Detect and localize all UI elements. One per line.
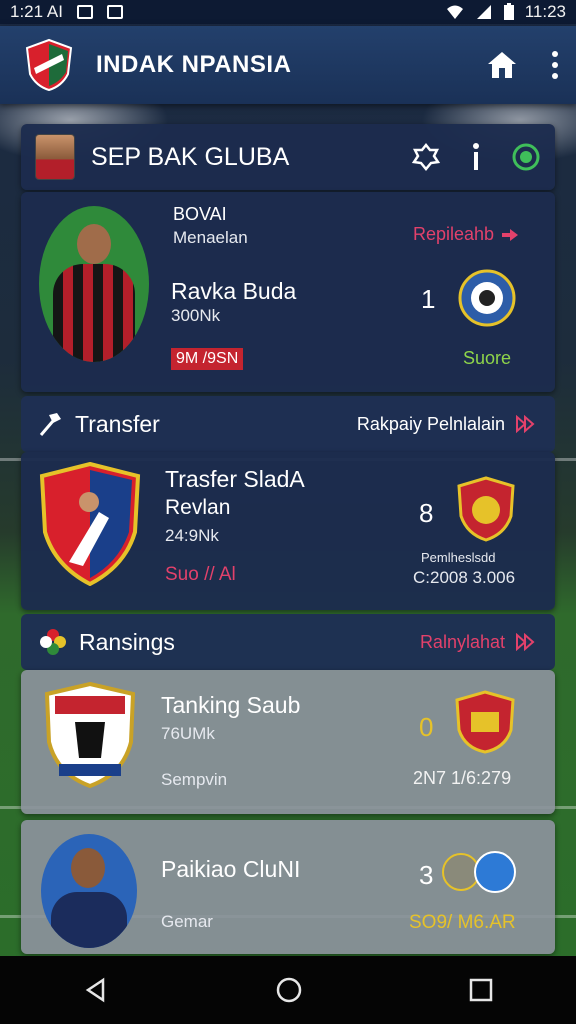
gallery-icon [106,5,123,19]
ranking-club-crest-icon [455,690,515,754]
app-bar: INDAK NPANSIA [0,26,576,104]
hammer-icon [39,413,61,436]
ranking-score: 0 [419,712,434,742]
transfer-player: Revlan [165,496,231,519]
arrow-right-icon [502,228,519,241]
ranking-item[interactable]: Paikiao CluNI Gemar 3 SO9/ M6.AR [21,820,555,954]
transfer-crest-icon [39,462,141,586]
ranking-score: 3 [419,860,434,890]
ranking-sub: Gemar [161,912,213,931]
home-button-icon[interactable] [275,976,303,1004]
featured-link-label: Repileahb [413,224,495,244]
featured-player-name: Ravka Buda [171,278,297,304]
featured-player-avatar [39,206,149,362]
featured-role: Menaelan [173,228,248,247]
ranking-item[interactable]: Tanking Saub 76UMk Sempvin 0 2N7 1/6:279 [21,670,555,814]
transfer-meta-value: C:2008 3.006 [413,568,516,587]
featured-name: BOVAI [173,204,227,224]
overflow-menu-icon[interactable] [552,51,558,79]
ranking-crest-icon [45,682,135,788]
ranking-title: Tanking Saub [161,692,301,718]
club-header[interactable]: SEP BAK GLUBA [21,124,555,190]
check-icon[interactable] [511,142,541,172]
battery-icon [503,3,514,20]
flower-icon [40,629,66,655]
ranking-player-avatar [41,834,137,948]
transfer-title: Trasfer SladA [165,466,305,492]
featured-tag: 9M /9SN [171,348,244,370]
rankings-section-link[interactable]: Ralnylahat [420,632,537,653]
ranking-meta: SO9/ M6.AR [409,912,516,933]
app-logo-icon[interactable] [24,38,74,92]
notification-icon [76,5,93,19]
ranking-title: Paikiao CluNI [161,856,301,882]
double-arrow-icon [516,415,535,433]
recents-icon[interactable] [469,978,493,1002]
status-time-right: 11:23 [524,2,566,21]
transfer-club-crest-icon [457,476,515,542]
double-arrow-icon [516,633,535,651]
transfer-tag: Suo // Al [165,564,236,585]
transfer-section-header[interactable]: Transfer Rakpaiy Pelnlalain [21,396,555,452]
rankings-section-header[interactable]: Ransings Ralnylahat [21,614,555,670]
wifi-icon [446,5,463,19]
featured-link[interactable]: Repileahb [413,224,520,245]
club-header-title: SEP BAK GLUBA [91,142,290,171]
transfer-section-label: Transfer [75,410,160,437]
info-icon[interactable] [471,142,481,172]
system-navigation-bar [0,956,576,1024]
club-avatar [35,134,75,180]
settings-icon[interactable] [411,142,441,172]
ranking-sub: Sempvin [161,770,228,789]
rankings-section-label: Ransings [79,628,175,655]
ranking-meta: 2N7 1/6:279 [413,768,512,788]
home-icon[interactable] [486,50,518,80]
featured-player-value: 300Nk [171,306,221,325]
ranking-club-crest-icon [442,851,516,893]
transfer-meta-label: Pemlheslsdd [421,550,496,565]
transfer-card[interactable]: Trasfer SladA Revlan 24:9Nk Suo // Al 8 … [21,452,555,610]
status-time-left: 1:21 AI [10,2,63,21]
transfer-section-link[interactable]: Rakpaiy Pelnlalain [357,414,537,435]
back-icon[interactable] [83,977,109,1003]
app-title: INDAK NPANSIA [96,51,292,78]
transfer-score: 8 [419,498,434,528]
featured-score: 1 [421,284,436,314]
transfer-value: 24:9Nk [165,526,219,545]
featured-club-label: Suore [463,348,512,368]
rankings-section-link-label: Ralnylahat [419,631,505,652]
transfer-section-link-label: Rakpaiy Pelnlalain [356,413,505,434]
signal-icon [476,5,491,19]
ranking-value: 76UMk [161,724,215,743]
featured-player-card[interactable]: BOVAI Menaelan Repileahb Ravka Buda 300N… [21,192,555,392]
club-crest-icon [458,269,516,327]
status-bar: 1:21 AI 11:23 [0,0,576,24]
